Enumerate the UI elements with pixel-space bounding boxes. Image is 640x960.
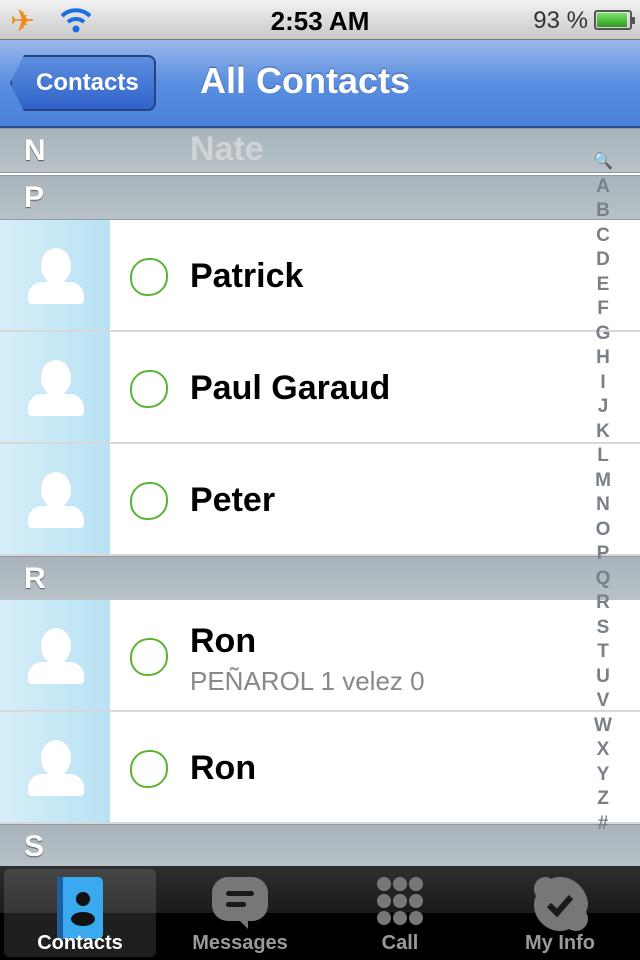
index-letter[interactable]: V <box>590 689 616 714</box>
tab-bar: Contacts Messages Call My Info <box>0 866 640 960</box>
contact-name: Patrick <box>190 257 304 295</box>
contact-name: Ron <box>190 622 257 660</box>
index-letter[interactable]: X <box>590 738 616 763</box>
index-letter[interactable]: # <box>590 812 616 837</box>
contact-row[interactable]: Ron <box>0 712 640 824</box>
contact-list[interactable]: N Nate P Patrick Paul Garaud Peter R Ron… <box>0 128 640 866</box>
index-letter[interactable]: J <box>590 395 616 420</box>
battery-icon <box>594 10 635 30</box>
contact-row[interactable]: Peter <box>0 444 640 556</box>
index-letter[interactable]: K <box>590 420 616 445</box>
index-letter[interactable]: D <box>590 248 616 273</box>
status-bar: ✈ 2:53 AM 93 % <box>0 0 640 40</box>
avatar <box>0 220 110 330</box>
index-letter[interactable]: T <box>590 640 616 665</box>
avatar <box>0 332 110 442</box>
contact-row[interactable]: Patrick <box>0 220 640 332</box>
index-letter[interactable]: S <box>590 616 616 641</box>
avatar <box>0 444 110 554</box>
skype-status-icon <box>130 638 168 676</box>
contact-name: Ron <box>190 749 257 787</box>
contact-row[interactable]: Ron PEÑAROL 1 velez 0 <box>0 600 640 712</box>
avatar <box>0 600 110 710</box>
section-header-r: R <box>0 556 640 601</box>
index-letter[interactable]: E <box>590 273 616 298</box>
contact-name: Paul Garaud <box>190 369 391 407</box>
index-letter[interactable]: B <box>590 199 616 224</box>
section-header-p: P <box>0 175 640 220</box>
section-header-s: S <box>0 824 640 866</box>
index-letter[interactable]: R <box>590 591 616 616</box>
message-bubble-icon <box>212 877 268 929</box>
index-letter[interactable]: U <box>590 665 616 690</box>
index-letter[interactable]: Y <box>590 763 616 788</box>
tab-my-info[interactable]: My Info <box>484 869 636 957</box>
index-letter[interactable]: W <box>590 714 616 739</box>
index-letter[interactable]: G <box>590 322 616 347</box>
contact-name: Peter <box>190 481 276 519</box>
contact-name-scrolled[interactable]: Nate <box>190 130 264 169</box>
index-letter[interactable]: A <box>590 175 616 200</box>
index-letter[interactable]: C <box>590 224 616 249</box>
dialpad-icon <box>377 877 423 925</box>
section-index[interactable]: 🔍 A B C D E F G H I J K L M N O P Q R S T U V W X Y Z # <box>590 150 616 836</box>
page-title: All Contacts <box>200 60 411 101</box>
index-search-icon[interactable]: 🔍 <box>590 150 616 175</box>
nav-bar: Contacts All Contacts <box>0 40 640 128</box>
contact-row[interactable]: Paul Garaud <box>0 332 640 444</box>
skype-status-icon <box>130 370 168 408</box>
tab-call[interactable]: Call <box>324 869 476 957</box>
index-letter[interactable]: L <box>590 444 616 469</box>
index-letter[interactable]: O <box>590 518 616 543</box>
index-letter[interactable]: P <box>590 542 616 567</box>
index-letter[interactable]: N <box>590 493 616 518</box>
index-letter[interactable]: F <box>590 297 616 322</box>
skype-status-icon <box>130 482 168 520</box>
tab-messages[interactable]: Messages <box>164 869 316 957</box>
section-header-n: N <box>0 128 640 173</box>
index-letter[interactable]: I <box>590 371 616 396</box>
skype-status-icon <box>130 258 168 296</box>
index-letter[interactable]: M <box>590 469 616 494</box>
tab-contacts[interactable]: Contacts <box>4 869 156 957</box>
skype-check-icon <box>534 877 588 931</box>
index-letter[interactable]: Q <box>590 567 616 592</box>
mood-message: PEÑAROL 1 velez 0 <box>190 666 425 696</box>
index-letter[interactable]: Z <box>590 787 616 812</box>
skype-status-icon <box>130 750 168 788</box>
battery-percent: 93 % <box>533 7 588 34</box>
index-letter[interactable]: H <box>590 346 616 371</box>
back-button[interactable]: Contacts <box>10 55 156 111</box>
avatar <box>0 712 110 822</box>
